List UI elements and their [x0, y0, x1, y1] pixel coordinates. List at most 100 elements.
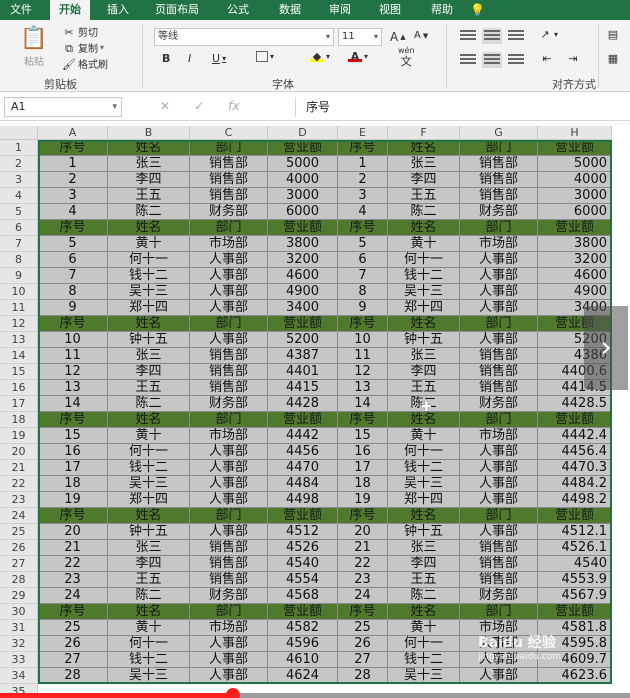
insert-function-icon[interactable]: fx — [228, 99, 239, 113]
table-cell[interactable]: 15 — [338, 428, 388, 444]
table-cell[interactable]: 何十一 — [108, 444, 190, 460]
table-cell[interactable]: 22 — [338, 556, 388, 572]
table-cell[interactable]: 3800 — [538, 236, 612, 252]
table-cell[interactable]: 人事部 — [460, 284, 538, 300]
table-cell[interactable]: 钟十五 — [388, 332, 460, 348]
table-cell[interactable]: 销售部 — [190, 572, 268, 588]
table-cell[interactable]: 16 — [338, 444, 388, 460]
table-cell[interactable]: 陈二 — [108, 588, 190, 604]
table-header-cell[interactable]: 营业额 — [538, 412, 612, 428]
row-header[interactable]: 32 — [0, 636, 38, 652]
table-cell[interactable]: 吴十三 — [108, 476, 190, 492]
table-cell[interactable]: 4456.4 — [538, 444, 612, 460]
table-cell[interactable]: 黄十 — [108, 236, 190, 252]
table-cell[interactable]: 13 — [338, 380, 388, 396]
table-cell[interactable]: 人事部 — [460, 332, 538, 348]
table-cell[interactable]: 4484 — [268, 476, 338, 492]
table-cell[interactable]: 4540 — [268, 556, 338, 572]
row-header[interactable]: 33 — [0, 652, 38, 668]
table-cell[interactable]: 销售部 — [460, 172, 538, 188]
table-cell[interactable]: 销售部 — [190, 556, 268, 572]
table-cell[interactable]: 黄十 — [388, 620, 460, 636]
table-cell[interactable]: 12 — [338, 364, 388, 380]
table-header-cell[interactable]: 部门 — [460, 412, 538, 428]
italic-button[interactable]: I — [188, 52, 191, 65]
table-cell[interactable]: 5000 — [268, 156, 338, 172]
table-header-cell[interactable]: 序号 — [38, 604, 108, 620]
align-bottom-button[interactable] — [506, 28, 526, 44]
table-cell[interactable]: 人事部 — [460, 460, 538, 476]
table-cell[interactable]: 吴十三 — [388, 668, 460, 684]
select-all-corner[interactable] — [0, 126, 38, 140]
table-cell[interactable]: 20 — [38, 524, 108, 540]
table-cell[interactable]: 销售部 — [460, 364, 538, 380]
table-cell[interactable]: 3200 — [268, 252, 338, 268]
table-cell[interactable]: 人事部 — [460, 668, 538, 684]
table-cell[interactable]: 何十一 — [108, 252, 190, 268]
table-cell[interactable]: 15 — [38, 428, 108, 444]
table-cell[interactable]: 26 — [338, 636, 388, 652]
table-cell[interactable]: 销售部 — [190, 364, 268, 380]
table-cell[interactable]: 4600 — [268, 268, 338, 284]
table-header-cell[interactable]: 部门 — [460, 220, 538, 236]
table-cell[interactable]: 张三 — [108, 156, 190, 172]
table-cell[interactable]: 人事部 — [190, 332, 268, 348]
table-header-cell[interactable]: 部门 — [460, 508, 538, 524]
table-header-cell[interactable]: 部门 — [190, 604, 268, 620]
format-painter-button[interactable]: 🖌 格式刷 — [62, 56, 108, 72]
table-cell[interactable]: 13 — [38, 380, 108, 396]
table-cell[interactable]: 财务部 — [460, 396, 538, 412]
table-cell[interactable]: 1 — [38, 156, 108, 172]
table-cell[interactable]: 7 — [38, 268, 108, 284]
table-header-cell[interactable]: 序号 — [338, 508, 388, 524]
table-header-cell[interactable]: 姓名 — [388, 316, 460, 332]
column-header-c[interactable]: C — [190, 126, 268, 140]
table-cell[interactable]: 4624 — [268, 668, 338, 684]
table-cell[interactable]: 销售部 — [460, 380, 538, 396]
table-header-cell[interactable]: 营业额 — [268, 412, 338, 428]
table-header-cell[interactable]: 序号 — [38, 412, 108, 428]
table-cell[interactable]: 吴十三 — [388, 476, 460, 492]
table-cell[interactable]: 9 — [38, 300, 108, 316]
table-cell[interactable]: 钱十二 — [108, 652, 190, 668]
table-cell[interactable]: 4498.2 — [538, 492, 612, 508]
table-cell[interactable]: 1 — [338, 156, 388, 172]
table-cell[interactable]: 24 — [338, 588, 388, 604]
table-cell[interactable]: 10 — [338, 332, 388, 348]
table-cell[interactable]: 26 — [38, 636, 108, 652]
table-cell[interactable]: 4470.3 — [538, 460, 612, 476]
table-cell[interactable]: 钱十二 — [388, 268, 460, 284]
row-header[interactable]: 1 — [0, 140, 38, 156]
table-header-cell[interactable]: 姓名 — [108, 316, 190, 332]
table-cell[interactable]: 人事部 — [190, 476, 268, 492]
row-header[interactable]: 31 — [0, 620, 38, 636]
paste-button[interactable]: 📋 粘贴 — [16, 26, 52, 68]
table-cell[interactable]: 钱十二 — [388, 652, 460, 668]
table-cell[interactable]: 4000 — [538, 172, 612, 188]
table-cell[interactable]: 22 — [38, 556, 108, 572]
table-cell[interactable]: 财务部 — [460, 204, 538, 220]
table-cell[interactable]: 王五 — [108, 380, 190, 396]
table-cell[interactable]: 6000 — [268, 204, 338, 220]
shrink-font-button[interactable]: A ▼ — [414, 30, 428, 41]
table-cell[interactable]: 14 — [338, 396, 388, 412]
table-cell[interactable]: 销售部 — [190, 540, 268, 556]
table-cell[interactable]: 28 — [38, 668, 108, 684]
table-header-cell[interactable]: 序号 — [38, 316, 108, 332]
indent-increase-button[interactable]: ⇥ — [566, 52, 580, 65]
row-header[interactable]: 9 — [0, 268, 38, 284]
table-cell[interactable]: 2 — [38, 172, 108, 188]
cancel-icon[interactable]: ✕ — [160, 99, 170, 113]
table-cell[interactable]: 4526.1 — [538, 540, 612, 556]
font-size-select[interactable]: 11 ▾ — [338, 28, 382, 46]
row-header[interactable]: 30 — [0, 604, 38, 620]
table-cell[interactable]: 人事部 — [190, 284, 268, 300]
column-header-f[interactable]: F — [388, 126, 460, 140]
table-cell[interactable]: 郑十四 — [388, 492, 460, 508]
table-cell[interactable]: 张三 — [108, 540, 190, 556]
table-header-cell[interactable]: 部门 — [460, 316, 538, 332]
table-cell[interactable]: 陈二 — [108, 396, 190, 412]
table-cell[interactable]: 人事部 — [190, 636, 268, 652]
tab-6[interactable]: 审阅 — [320, 0, 360, 20]
tab-4[interactable]: 公式 — [216, 0, 260, 20]
